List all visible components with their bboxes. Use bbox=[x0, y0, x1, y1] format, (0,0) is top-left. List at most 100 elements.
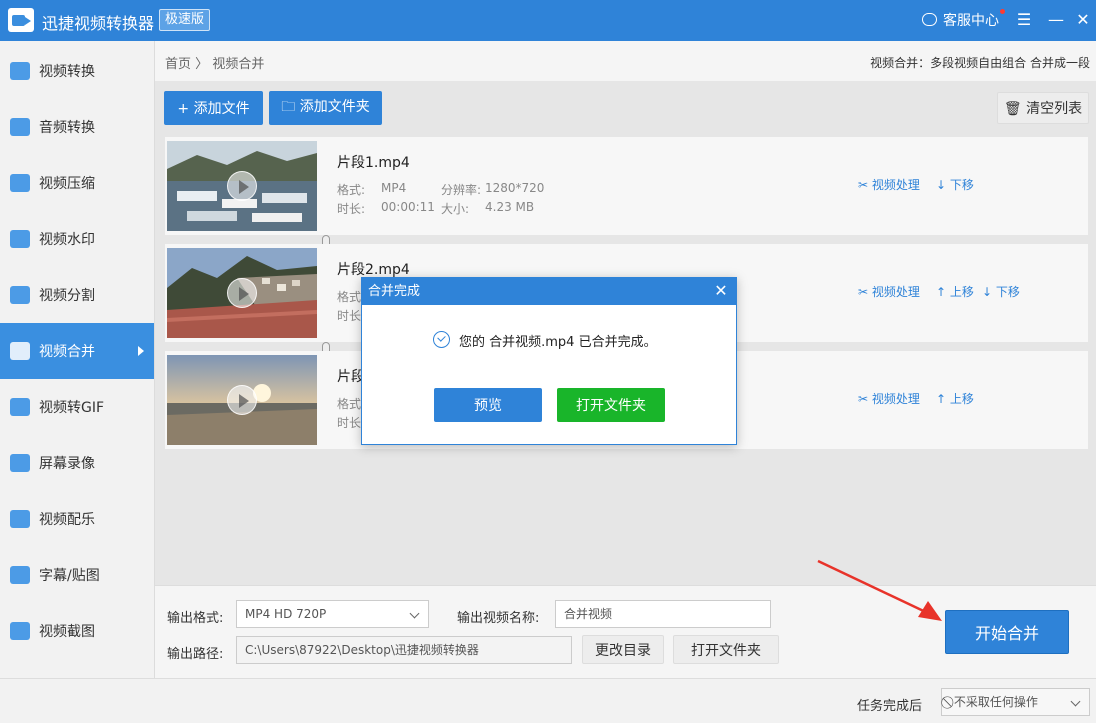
close-window-icon[interactable]: ✕ bbox=[1072, 9, 1094, 31]
list-item[interactable]: 片段1.mp4 格式: MP4 分辨率: 1280*720 时长: 00:00:… bbox=[165, 137, 1088, 235]
resolution-value: 1280*720 bbox=[485, 181, 545, 195]
video-thumbnail[interactable] bbox=[167, 248, 317, 338]
breadcrumb-bar: 首页 〉 视频合并 视频合并：多段视频自由组合 合并成一段 bbox=[155, 41, 1096, 81]
sidebar-item-label: 视频截图 bbox=[39, 624, 95, 640]
output-format-value: MP4 HD 720P bbox=[245, 607, 327, 621]
sidebar-item-label: 视频压缩 bbox=[39, 176, 95, 192]
video-music-icon bbox=[10, 510, 30, 528]
app-title: 迅捷视频转换器 bbox=[42, 14, 155, 33]
sidebar-item-video-merge[interactable]: 视频合并 bbox=[0, 323, 154, 379]
sidebar-item-label: 视频转GIF bbox=[39, 400, 105, 416]
add-file-button[interactable]: + 添加文件 bbox=[164, 91, 263, 125]
sidebar-item-label: 视频配乐 bbox=[39, 512, 95, 528]
start-merge-button[interactable]: 开始合并 bbox=[945, 610, 1069, 654]
format-value: MP4 bbox=[381, 181, 407, 195]
file-name: 片段1.mp4 bbox=[337, 155, 410, 171]
chevron-down-icon bbox=[409, 608, 420, 619]
video-watermark-icon bbox=[10, 230, 30, 248]
output-format-select[interactable]: MP4 HD 720P bbox=[236, 600, 429, 628]
minimize-icon[interactable]: — bbox=[1045, 9, 1067, 31]
after-task-select[interactable]: ⃠ 不采取任何操作 bbox=[941, 688, 1090, 716]
sidebar-item-audio-convert[interactable]: 音频转换 bbox=[0, 99, 154, 155]
video-process-button[interactable]: ✂ 视频处理 bbox=[858, 390, 920, 407]
chevron-down-icon bbox=[1070, 696, 1081, 707]
breadcrumb-home[interactable]: 首页 bbox=[165, 57, 191, 72]
menu-icon[interactable]: ☰ bbox=[1013, 9, 1035, 31]
chat-icon bbox=[922, 13, 937, 26]
output-settings-bar: 输出格式: MP4 HD 720P 输出视频名称: 合并视频 输出路径: C:\… bbox=[155, 585, 1096, 678]
sidebar: 视频转换 音频转换 视频压缩 视频水印 视频分割 视频合并 视频转GIF 屏幕录… bbox=[0, 41, 155, 678]
duration-label: 时长: bbox=[337, 202, 366, 216]
sidebar-item-label: 视频转换 bbox=[39, 64, 95, 80]
sidebar-item-subtitle[interactable]: 字幕/贴图 bbox=[0, 547, 154, 603]
sidebar-item-label: 屏幕录像 bbox=[39, 456, 95, 472]
format-label: 格式: bbox=[337, 183, 366, 197]
sidebar-item-video-compress[interactable]: 视频压缩 bbox=[0, 155, 154, 211]
status-footer: 任务完成后 ⃠ 不采取任何操作 bbox=[0, 678, 1096, 723]
breadcrumb-current: 视频合并 bbox=[212, 57, 265, 72]
sidebar-item-video-split[interactable]: 视频分割 bbox=[0, 267, 154, 323]
output-name-input[interactable]: 合并视频 bbox=[555, 600, 771, 628]
customer-service-button[interactable]: 客服中心 bbox=[922, 10, 999, 30]
format-label: 格式 bbox=[337, 397, 362, 411]
video-split-icon bbox=[10, 286, 30, 304]
video-thumbnail[interactable] bbox=[167, 355, 317, 445]
size-value: 4.23 MB bbox=[485, 200, 535, 214]
preview-button[interactable]: 预览 bbox=[434, 388, 542, 422]
video-compress-icon bbox=[10, 174, 30, 192]
play-icon[interactable] bbox=[227, 171, 257, 201]
sidebar-item-label: 视频合并 bbox=[39, 344, 95, 360]
sidebar-item-screen-record[interactable]: 屏幕录像 bbox=[0, 435, 154, 491]
open-folder-button[interactable]: 打开文件夹 bbox=[673, 635, 779, 664]
sidebar-item-label: 字幕/贴图 bbox=[39, 568, 100, 584]
duration-label: 时长 bbox=[337, 416, 362, 430]
after-task-value: ⃠ 不采取任何操作 bbox=[950, 695, 1038, 709]
sidebar-item-video-watermark[interactable]: 视频水印 bbox=[0, 211, 154, 267]
after-task-label: 任务完成后 bbox=[857, 699, 923, 714]
screen-record-icon bbox=[10, 454, 30, 472]
video-process-button[interactable]: ✂ 视频处理 bbox=[858, 176, 920, 193]
format-label: 格式 bbox=[337, 290, 362, 304]
file-name: 片段2.mp4 bbox=[337, 262, 410, 278]
audio-convert-icon bbox=[10, 118, 30, 136]
move-down-button[interactable]: ↓ 下移 bbox=[936, 176, 974, 193]
play-icon[interactable] bbox=[227, 385, 257, 415]
breadcrumb: 首页 〉 视频合并 bbox=[165, 53, 264, 72]
breadcrumb-separator: 〉 bbox=[195, 57, 209, 72]
sidebar-item-video-convert[interactable]: 视频转换 bbox=[0, 43, 154, 99]
sidebar-item-label: 视频水印 bbox=[39, 232, 95, 248]
play-icon[interactable] bbox=[227, 278, 257, 308]
sidebar-item-label: 视频分割 bbox=[39, 288, 95, 304]
subtitle-icon bbox=[10, 566, 30, 584]
video-convert-icon bbox=[10, 62, 30, 80]
chevron-right-icon bbox=[138, 346, 144, 356]
move-up-button[interactable]: ↑ 上移 bbox=[936, 283, 974, 300]
move-down-button[interactable]: ↓ 下移 bbox=[982, 283, 1020, 300]
video-merge-icon bbox=[10, 342, 30, 360]
sidebar-item-video-gif[interactable]: 视频转GIF bbox=[0, 379, 154, 435]
video-gif-icon bbox=[10, 398, 30, 416]
video-process-button[interactable]: ✂ 视频处理 bbox=[858, 283, 920, 300]
output-path-field: C:\Users\87922\Desktop\迅捷视频转换器 bbox=[236, 636, 572, 664]
video-thumbnail[interactable] bbox=[167, 141, 317, 231]
move-up-button[interactable]: ↑ 上移 bbox=[936, 390, 974, 407]
check-circle-icon bbox=[433, 331, 450, 348]
dialog-title: 合并完成 bbox=[362, 278, 736, 305]
customer-service-label: 客服中心 bbox=[943, 13, 999, 29]
close-icon[interactable]: ✕ bbox=[710, 280, 732, 302]
size-label: 大小: bbox=[441, 202, 470, 216]
output-name-label: 输出视频名称: bbox=[457, 611, 540, 626]
output-format-label: 输出格式: bbox=[167, 611, 224, 626]
add-folder-button[interactable]: 🗀 添加文件夹 bbox=[269, 91, 382, 125]
duration-value: 00:00:11 bbox=[381, 200, 435, 214]
clear-list-button[interactable]: 🗑 清空列表 bbox=[997, 92, 1089, 124]
output-path-label: 输出路径: bbox=[167, 647, 224, 662]
notification-dot bbox=[1000, 9, 1005, 14]
change-directory-button[interactable]: 更改目录 bbox=[582, 635, 664, 664]
sidebar-item-screenshot[interactable]: 视频截图 bbox=[0, 603, 154, 659]
title-bar: 迅捷视频转换器 极速版 客服中心 ☰ — ✕ bbox=[0, 0, 1096, 41]
sidebar-item-video-music[interactable]: 视频配乐 bbox=[0, 491, 154, 547]
dialog-open-folder-button[interactable]: 打开文件夹 bbox=[557, 388, 665, 422]
sidebar-item-label: 音频转换 bbox=[39, 120, 95, 136]
resolution-label: 分辨率: bbox=[441, 183, 482, 197]
